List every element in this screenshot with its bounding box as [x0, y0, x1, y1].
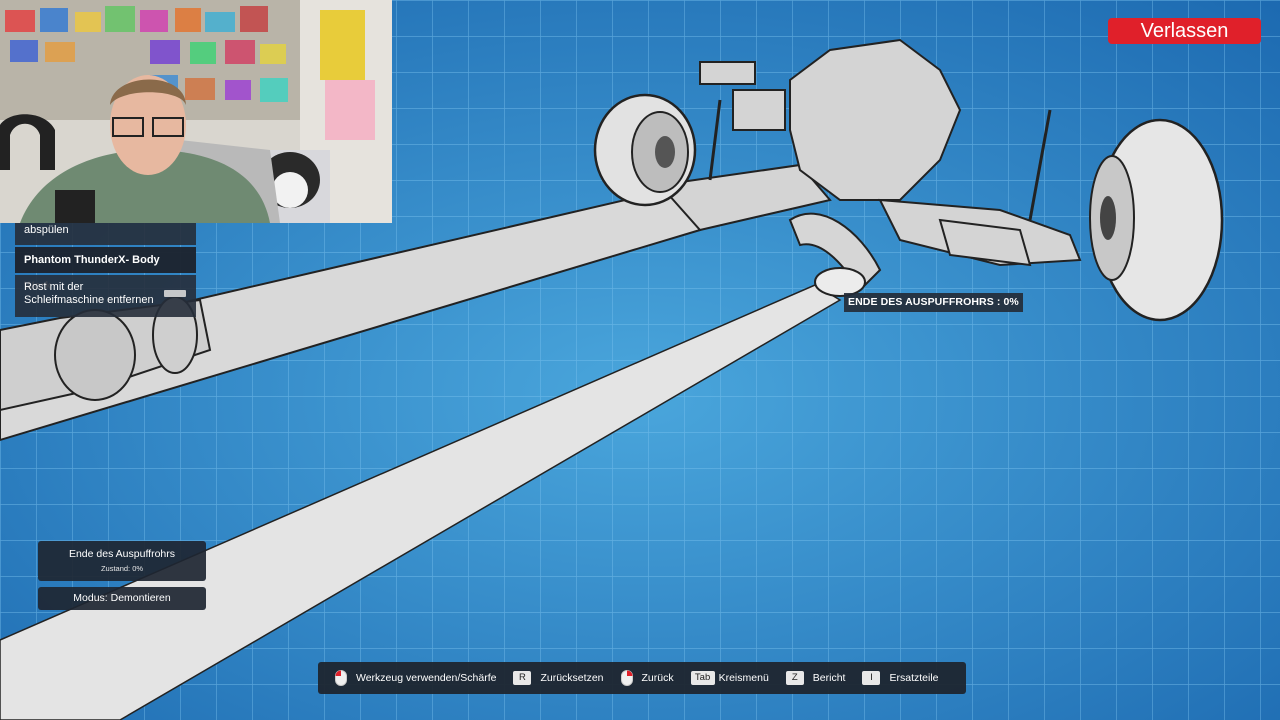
hint-label: Ersatzteile	[889, 672, 939, 684]
left-mouse-icon	[335, 670, 347, 686]
hint-label: Zurücksetzen	[540, 672, 604, 684]
exit-button[interactable]: Verlassen	[1108, 18, 1261, 44]
key-r: R	[513, 671, 532, 685]
hint-label: Zurück	[641, 672, 674, 684]
task-item-current: Rost mit der Schleifmaschine entfernen	[15, 275, 196, 317]
hint-spare-parts: I Ersatzteile	[862, 671, 939, 685]
key-z: Z	[785, 671, 804, 685]
hint-back: Zurück	[620, 670, 674, 686]
hint-label: Bericht	[812, 672, 846, 684]
part-name: Ende des Auspuffrohrs	[68, 548, 176, 560]
hint-radial-menu: Tab Kreismenü	[690, 671, 769, 685]
right-mouse-icon	[620, 670, 633, 686]
part-tooltip: ENDE DES AUSPUFFROHRS : 0%	[844, 293, 1023, 312]
webcam-overlay	[0, 0, 392, 223]
task-list-panel: abspülen Phantom ThunderX- Body Work Ros…	[15, 223, 196, 317]
controls-hint-bar: Werkzeug verwenden/Schärfe R Zurücksetze…	[318, 662, 966, 694]
left-wheel	[593, 93, 697, 207]
task-progress-bar	[164, 290, 186, 297]
task-item-label: Rost mit der Schleifmaschine entfernen	[24, 281, 154, 306]
hint-use-tool: Werkzeug verwenden/Schärfe	[335, 670, 496, 686]
hint-label: Werkzeug verwenden/Schärfe	[356, 672, 497, 684]
hint-reset: R Zurücksetzen	[513, 671, 604, 685]
job-title[interactable]: Phantom ThunderX- Body Work	[15, 247, 196, 292]
key-tab: Tab	[690, 671, 715, 685]
key-i: I	[862, 671, 881, 685]
part-condition: Zustand: 0%	[100, 564, 144, 573]
hint-label: Kreismenü	[718, 672, 769, 684]
mode-indicator: Modus: Demontieren	[38, 587, 206, 610]
hint-report: Z Bericht	[785, 671, 846, 685]
task-item-partial: abspülen	[15, 223, 196, 245]
selected-part-info: Ende des Auspuffrohrs Zustand: 0%	[38, 541, 206, 581]
